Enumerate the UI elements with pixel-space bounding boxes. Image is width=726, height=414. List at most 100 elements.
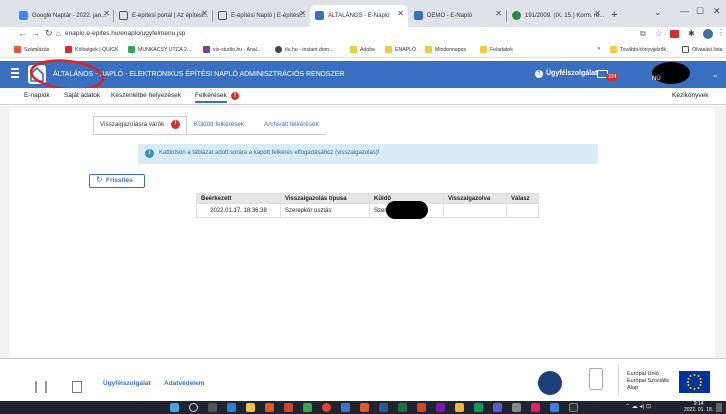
app-icon[interactable]	[360, 403, 369, 412]
enaplo-icon	[414, 11, 423, 20]
refresh-icon: ↻	[96, 175, 103, 184]
chrome-icon[interactable]	[322, 403, 331, 412]
clock-date: 2022. 01. 18.	[684, 407, 714, 413]
reload-icon[interactable]: ↻	[45, 28, 53, 39]
col-beerkezett[interactable]: Beérkezett	[196, 193, 281, 204]
col-valasz[interactable]: Válasz	[506, 193, 539, 204]
eu-line: Európai Szociális	[627, 378, 670, 384]
bookmark-folder[interactable]: További könyvjelzők	[610, 46, 666, 53]
user-name[interactable]: NÚ	[652, 76, 661, 82]
chevron-down-icon[interactable]: ⌄	[712, 70, 719, 79]
tab-label: DEMO - E-Napló	[427, 13, 473, 19]
bookmark[interactable]: vis-studio.hu - Anal...	[203, 46, 261, 53]
window-minimize-icon[interactable]: —	[680, 6, 689, 16]
close-icon[interactable]: ✕	[103, 9, 110, 18]
forward-icon[interactable]: →	[31, 28, 40, 38]
app-icon[interactable]	[436, 403, 445, 412]
new-tab-icon[interactable]: +	[611, 9, 617, 21]
hamburger-menu-icon[interactable]	[11, 68, 19, 70]
puzzle-icon[interactable]: ✱	[688, 29, 695, 38]
close-icon[interactable]: ✕	[201, 9, 208, 18]
app-icon[interactable]	[474, 403, 483, 412]
folder-icon[interactable]	[246, 403, 255, 412]
home-icon[interactable]: ⌂	[56, 29, 61, 38]
bookmark-folder[interactable]: ENAPLÓ	[385, 46, 416, 53]
word-icon[interactable]	[379, 403, 388, 412]
close-icon[interactable]: ✕	[397, 9, 404, 18]
requests-table: Beérkezett Visszaigazolás típusa Küldő V…	[196, 193, 539, 218]
bookmark[interactable]: Költségek | QUICK	[65, 46, 118, 53]
tab-visszaigazolasra-varok[interactable]: Visszaigazolásra várók	[100, 121, 164, 128]
szechenyi-2020-logo	[538, 371, 562, 395]
back-icon[interactable]: ←	[18, 28, 27, 38]
app-icon[interactable]	[265, 403, 274, 412]
browser-tab[interactable]: E-építési Napló | E-építési... ✕	[213, 5, 310, 27]
url-field[interactable]: enaplo.e-epites.hu/enaplo/ugyfelmenu.jsp	[65, 30, 185, 37]
app-icon[interactable]	[550, 403, 559, 412]
bookmark-label: Feladatok	[490, 46, 513, 53]
menu-e-naplok[interactable]: E-naplók	[24, 92, 50, 99]
table-row[interactable]: 2022.01.17. 18:36:38 Szerepkör osztás Sz…	[196, 203, 539, 218]
menu-keszenlet[interactable]: Készenlétbe helyezések	[111, 92, 181, 99]
browser-tab-active[interactable]: ÁLTALÁNOS - E-Napló ✕	[310, 5, 408, 27]
app-icon[interactable]	[512, 403, 521, 412]
kebab-menu-icon[interactable]: ⋮	[717, 28, 725, 37]
bookmark[interactable]: MUNKÁCSY UTCA 2...	[128, 46, 191, 53]
tab-kuldott-felkeresek[interactable]: Küldött felkérések	[194, 121, 244, 128]
bookmark[interactable]: Számlázás	[14, 46, 49, 53]
close-icon[interactable]: ✕	[495, 9, 502, 18]
app-icon[interactable]	[341, 403, 350, 412]
app-icon[interactable]	[531, 403, 540, 412]
tray-icons[interactable]: ⌃ ☁ ◂) ⊡	[625, 403, 651, 410]
browser-tab[interactable]: E-építési portál | Az építési... ✕	[114, 5, 212, 27]
tab-label: E-építési Napló | E-építési...	[231, 13, 306, 19]
bookmark-label: MUNKÁCSY UTCA 2...	[138, 46, 192, 53]
calendar-icon	[19, 11, 28, 20]
alert-badge: !	[231, 92, 239, 100]
bookmark-folder[interactable]: Adobe	[350, 46, 375, 53]
extension-icon[interactable]	[670, 30, 679, 38]
menu-sajat-adatok[interactable]: Saját adatok	[64, 92, 100, 99]
powerpoint-icon[interactable]	[417, 403, 426, 412]
chevron-right-icon[interactable]: »	[597, 46, 600, 52]
windows-start-icon[interactable]	[170, 403, 179, 412]
subtab-divider	[93, 134, 326, 135]
bookmark-folder[interactable]: Feladatok	[480, 46, 513, 53]
app-icon[interactable]	[303, 403, 312, 412]
excel-icon[interactable]	[398, 403, 407, 412]
footer-link-privacy[interactable]: Adatvédelem	[164, 380, 204, 387]
close-icon[interactable]: ✕	[299, 9, 306, 18]
menu-kezikonyvek[interactable]: Kézikönyvek	[672, 92, 709, 99]
minimize-icon[interactable]: ⌄	[654, 7, 662, 18]
app-icon[interactable]	[569, 403, 578, 412]
reading-list[interactable]: Olvasási lista	[682, 46, 723, 53]
menu-felkeresek[interactable]: Felkérések	[195, 92, 227, 103]
footer-link-support[interactable]: Ügyfélszolgálat	[103, 380, 151, 387]
bookmark-label: Olvasási lista	[692, 46, 723, 53]
profile-avatar[interactable]	[703, 29, 713, 39]
share-icon[interactable]: ⧉	[640, 29, 646, 39]
edge-icon[interactable]	[227, 403, 236, 412]
info-icon: i	[145, 149, 154, 158]
col-visszaigazolva[interactable]: Visszaigazolva	[443, 193, 507, 204]
bookmark-folder[interactable]: Mindennapos	[425, 46, 466, 53]
bookmark[interactable]: tlu.hu - instant dom...	[275, 46, 333, 53]
app-icon[interactable]	[284, 403, 293, 412]
close-icon[interactable]: ✕	[594, 9, 601, 18]
notification-icon[interactable]	[716, 403, 722, 412]
teams-icon[interactable]	[493, 403, 502, 412]
star-icon[interactable]: ☆	[655, 29, 662, 38]
maximize-icon[interactable]: ☐	[696, 6, 704, 17]
col-visszaigazolas-tipusa[interactable]: Visszaigazolás típusa	[280, 193, 370, 204]
clock[interactable]: 9:14 2022. 01. 18.	[684, 401, 713, 413]
tab-label: 191/2009. (IX. 15.) Korm. re...	[525, 13, 605, 19]
app-icon[interactable]	[455, 403, 464, 412]
browser-tab[interactable]: DEMO - E-Napló ✕	[409, 5, 506, 27]
search-icon[interactable]	[189, 403, 198, 412]
window-close-icon[interactable]: ✕	[713, 6, 721, 17]
browser-tab[interactable]: 191/2009. (IX. 15.) Korm. re... ✕	[507, 5, 605, 27]
support-link[interactable]: Ügyfélszolgálat	[546, 70, 597, 77]
tab-archivalt-felkeresek[interactable]: Archivált felkérések	[264, 121, 319, 128]
task-view-icon[interactable]	[208, 403, 217, 412]
browser-tab[interactable]: Google Naptár - 2022. jan... ✕	[14, 5, 114, 27]
